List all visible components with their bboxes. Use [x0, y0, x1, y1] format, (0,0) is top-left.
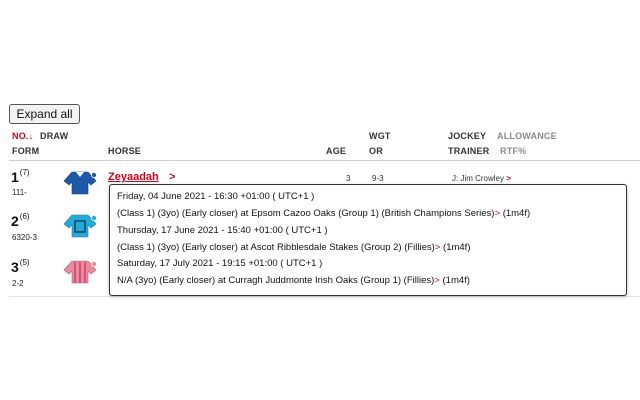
entry-race-link[interactable]: N/A (3yo) (Early closer) at Curragh Judd…	[117, 275, 470, 286]
column-header-wgt[interactable]: WGT	[369, 131, 391, 141]
runner-draw: (5)	[19, 258, 30, 267]
runner-number: 1(7)	[11, 168, 30, 185]
jockey-silk-icon	[63, 260, 97, 284]
horse-chevron-icon[interactable]: >	[169, 171, 175, 183]
column-header-jockey[interactable]: JOCKEY	[448, 131, 486, 141]
column-header-rtf[interactable]: RTF%	[500, 146, 526, 156]
jockey-chevron-icon: >	[506, 174, 511, 183]
column-header-horse[interactable]: HORSE	[108, 146, 141, 156]
runner-age: 3	[346, 174, 351, 183]
row-divider	[9, 296, 640, 297]
jockey-silk-icon	[63, 214, 97, 238]
column-header-form[interactable]: FORM	[12, 146, 39, 156]
header-no-label: NO.	[12, 131, 29, 141]
entry-date: Friday, 04 June 2021 - 16:30 +01:00 ( UT…	[117, 191, 315, 202]
header-divider	[9, 160, 640, 161]
runner-number: 2(6)	[11, 212, 30, 229]
entry-date: Thursday, 17 June 2021 - 15:40 +01:00 ( …	[117, 225, 328, 236]
column-header-draw[interactable]: DRAW	[40, 131, 68, 141]
column-header-allowance[interactable]: ALLOWANCE	[497, 131, 557, 141]
runner-number: 3(5)	[11, 258, 30, 275]
column-header-trainer[interactable]: TRAINER	[448, 146, 489, 156]
runner-form: 2-2	[12, 279, 24, 288]
expand-all-button[interactable]: Expand all	[9, 104, 80, 124]
race-chevron-icon: >	[494, 208, 501, 219]
column-header-age[interactable]: AGE	[326, 146, 346, 156]
entry-race-link[interactable]: (Class 1) (3yo) (Early closer) at Epsom …	[117, 208, 530, 219]
entry-date: Saturday, 17 July 2021 - 19:15 +01:00 ( …	[117, 258, 323, 269]
runner-draw: (6)	[19, 212, 30, 221]
race-chevron-icon: >	[434, 275, 440, 286]
runner-weight: 9-3	[372, 174, 384, 183]
sort-down-icon: ↓	[28, 131, 34, 141]
column-header-no[interactable]: NO.↓	[12, 131, 33, 141]
runner-form: 111-	[12, 188, 27, 197]
runner-form: 6320-3	[12, 233, 37, 242]
runner-draw: (7)	[19, 168, 30, 177]
entry-race-link[interactable]: (Class 1) (3yo) (Early closer) at Ascot …	[117, 242, 470, 253]
race-chevron-icon: >	[434, 242, 441, 253]
jockey-silk-icon	[63, 171, 97, 195]
column-header-or[interactable]: OR	[369, 146, 383, 156]
horse-name-link[interactable]: Zeyaadah	[108, 171, 159, 183]
horse-entries-popup: Friday, 04 June 2021 - 16:30 +01:00 ( UT…	[109, 184, 627, 296]
runner-jockey-link[interactable]: J: Jim Crowley >	[452, 174, 511, 183]
